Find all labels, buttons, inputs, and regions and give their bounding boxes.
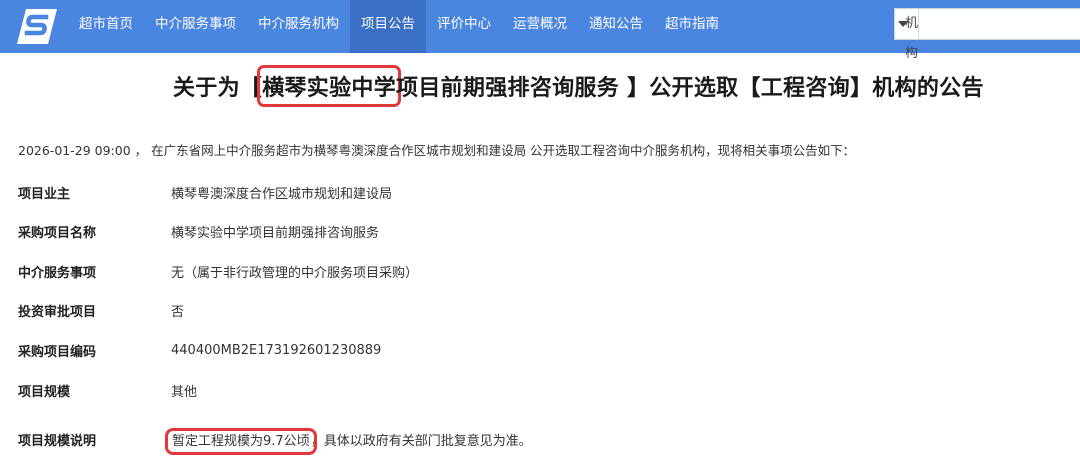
caret-down-icon — [898, 21, 909, 27]
detail-label: 项目业主 — [18, 186, 71, 202]
detail-label: 采购项目编码 — [18, 344, 97, 360]
search-box: 机构 — [894, 8, 1080, 61]
main-nav: 超市首页 中介服务事项 中介服务机构 项目公告 评价中心 运营概况 通知公告 超… — [68, 0, 730, 53]
detail-row-service-item: 中介服务事项 无（属于非行政管理的中介服务项目采购） — [18, 259, 418, 283]
nav-service-items[interactable]: 中介服务事项 — [144, 0, 247, 53]
detail-row-project-code: 采购项目编码 440400MB2E173192601230889 — [18, 338, 381, 362]
search-type-select[interactable]: 机构 — [895, 9, 920, 61]
title-rest: 项目前期强排咨询服务 】公开选取【工程咨询】机构的公告 — [396, 76, 984, 101]
nav-home[interactable]: 超市首页 — [68, 0, 144, 53]
title-prefix: 关于为【 — [173, 76, 263, 101]
detail-label: 投资审批项目 — [18, 304, 97, 320]
detail-label: 中介服务事项 — [18, 265, 97, 281]
detail-value: 横琴粤澳深度合作区城市规划和建设局 — [171, 186, 393, 202]
detail-row-investment-approval: 投资审批项目 否 — [18, 298, 184, 322]
nav-operations-overview[interactable]: 运营概况 — [502, 0, 578, 53]
detail-label: 项目规模 — [18, 384, 71, 400]
title-highlight: 横琴实验中学 — [257, 65, 402, 107]
nav-notices[interactable]: 通知公告 — [578, 0, 654, 53]
detail-value: 否 — [171, 304, 185, 320]
detail-value: 其他 — [171, 384, 198, 400]
detail-row-scale-note: 项目规模说明 暂定工程规模为9.7公顷，具体以政府有关部门批复意见为准。 — [18, 427, 532, 455]
nav-project-announcements[interactable]: 项目公告 — [350, 0, 426, 53]
search-input[interactable] — [919, 9, 1080, 39]
nav-evaluation-center[interactable]: 评价中心 — [426, 0, 502, 53]
nav-guide[interactable]: 超市指南 — [654, 0, 730, 53]
detail-row-owner: 项目业主 横琴粤澳深度合作区城市规划和建设局 — [18, 180, 392, 204]
detail-row-project-name: 采购项目名称 横琴实验中学项目前期强排咨询服务 — [18, 219, 379, 243]
detail-label: 采购项目名称 — [18, 225, 97, 241]
detail-row-project-scale: 项目规模 其他 — [18, 378, 197, 402]
detail-value: 横琴实验中学项目前期强排咨询服务 — [171, 225, 380, 241]
detail-value: 440400MB2E173192601230889 — [171, 342, 382, 358]
top-nav-bar: 超市首页 中介服务事项 中介服务机构 项目公告 评价中心 运营概况 通知公告 超… — [0, 0, 1080, 61]
detail-value: 无（属于非行政管理的中介服务项目采购） — [171, 265, 419, 281]
scale-note-rest: ，具体以政府有关部门批复意见为准。 — [310, 433, 532, 449]
detail-label: 项目规模说明 — [18, 433, 97, 449]
announcement-title: 关于为【横琴实验中学项目前期强排咨询服务 】公开选取【工程咨询】机构的公告 — [173, 65, 984, 107]
s-logo-icon[interactable] — [16, 8, 58, 45]
announcement-intro: 2026-01-29 09:00 ， 在广东省网上中介服务超市为横琴粤澳深度合作… — [18, 143, 856, 158]
detail-value: 暂定工程规模为9.7公顷，具体以政府有关部门批复意见为准。 — [165, 427, 532, 455]
scale-note-highlight: 暂定工程规模为9.7公顷 — [165, 427, 317, 455]
nav-service-agencies[interactable]: 中介服务机构 — [247, 0, 350, 53]
